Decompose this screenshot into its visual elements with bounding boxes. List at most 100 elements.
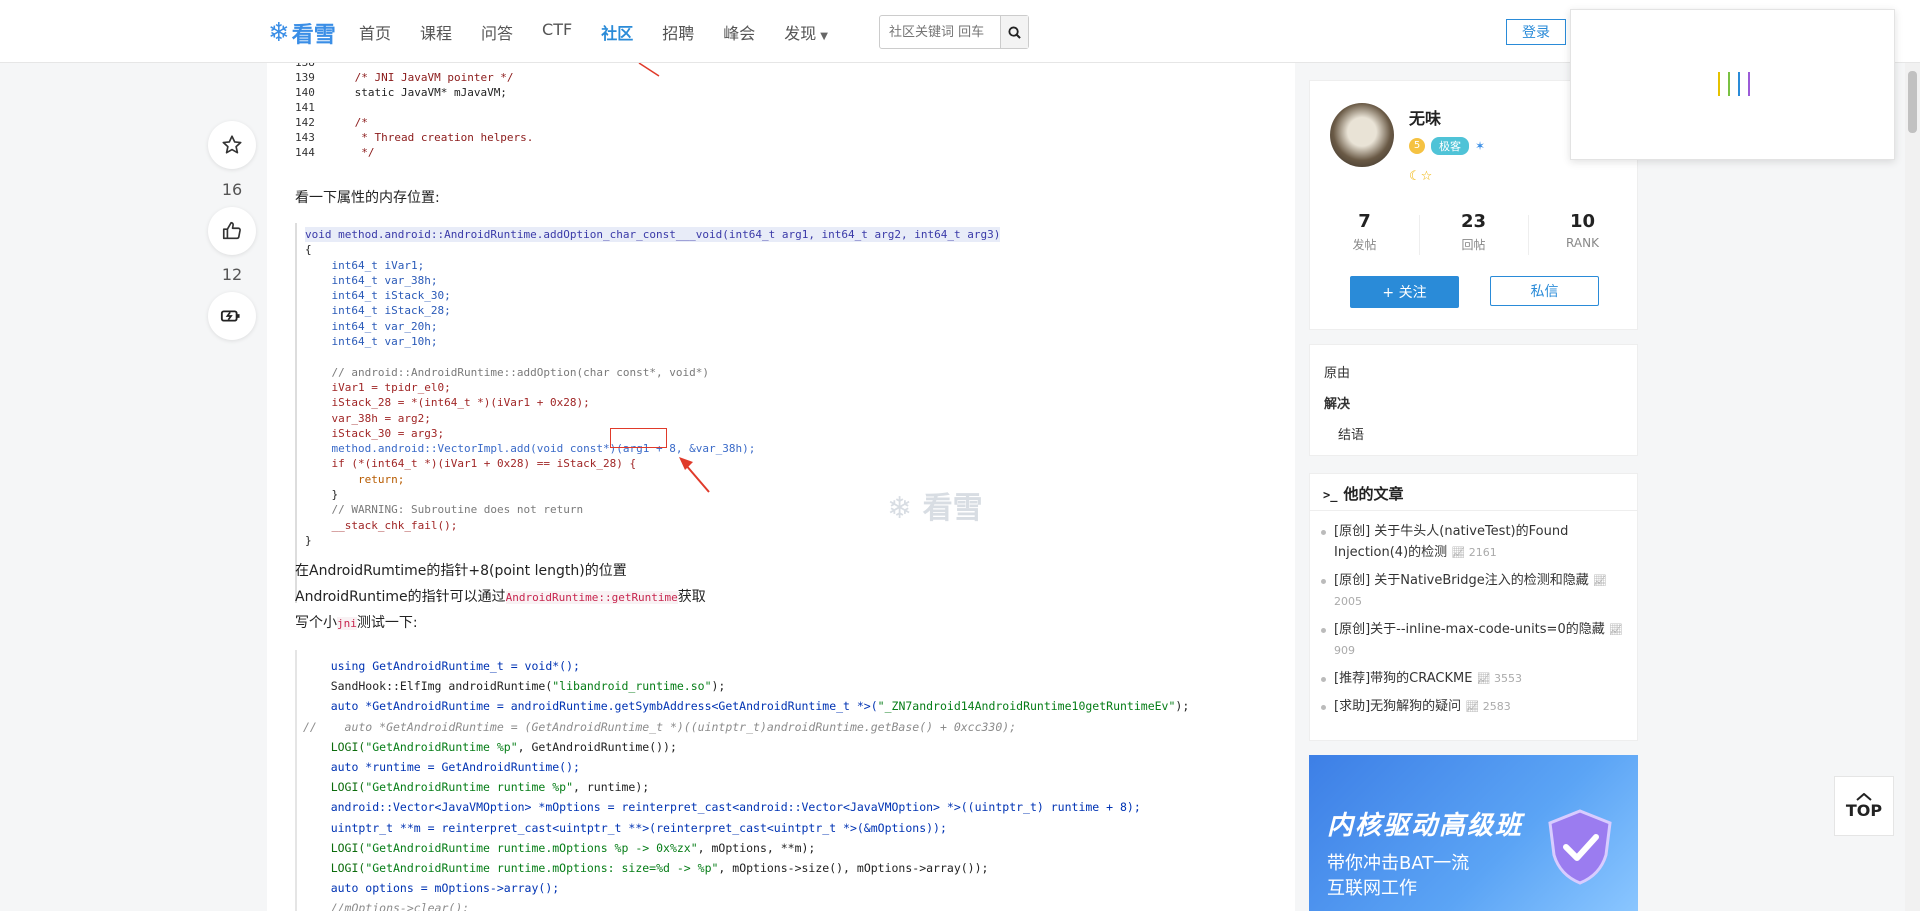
article-content: 138 139 /* JNI JavaVM pointer */140 stat… (267, 63, 1295, 911)
follow-button[interactable]: + 关注 (1350, 276, 1459, 308)
code-line: 138 (295, 63, 775, 70)
stat-replies: 23 回帖 (1419, 211, 1528, 255)
favorite-button[interactable] (208, 121, 256, 169)
course-banner[interactable]: 内核驱动高级班 带你冲击BAT一流 互联网工作 (1309, 755, 1638, 911)
chevron-up-icon (1856, 792, 1872, 801)
avatar[interactable] (1330, 103, 1394, 167)
code-text: static JavaVM* mJavaVM; (328, 86, 507, 99)
decompiled-code-line: int64_t iStack_30; (305, 289, 451, 303)
nav-link-jobs[interactable]: 招聘 (662, 20, 694, 44)
nav-link-community[interactable]: 社区 (601, 20, 633, 44)
toc-item-solution[interactable]: 解决 (1324, 393, 1623, 412)
code-token: LOGI( (303, 840, 366, 855)
list-item[interactable]: [原创] 关于牛头人(nativeTest)的Found Injection(4… (1321, 521, 1623, 563)
code-token: "GetAndroidRuntime runtime.mOptions: siz… (365, 861, 719, 876)
toc-item-conclusion[interactable]: 结语 (1324, 424, 1623, 443)
chart-icon: 📈︎ (1608, 623, 1623, 636)
decompiled-code-line: iStack_30 = arg3; (305, 426, 445, 440)
author-name[interactable]: 无味 (1409, 105, 1441, 129)
code-token: , GetAndroidRuntime()); (517, 739, 677, 754)
chart-icon: 📈︎ (1592, 574, 1607, 587)
list-item[interactable]: [推荐]带狗的CRACKME 📈︎ 3553 (1321, 668, 1623, 689)
nav-link-courses[interactable]: 课程 (420, 20, 452, 44)
code-token: auto options = mOptions->array(); (303, 881, 560, 896)
star-level-icon: ☆ (1420, 169, 1433, 184)
list-item[interactable]: [原创] 关于NativeBridge注入的检测和隐藏 📈︎ 2005 (1321, 570, 1623, 612)
back-to-top-button[interactable]: TOP (1834, 776, 1894, 836)
code-token: SandHook::ElfImg androidRuntime( (303, 679, 553, 694)
line-number: 144 (295, 146, 329, 159)
decompiled-code-line: int64_t var_10h; (305, 335, 438, 349)
banner-line-2: 互联网工作 (1327, 878, 1417, 899)
stat-posts: 7 发帖 (1310, 211, 1419, 253)
private-message-button[interactable]: 私信 (1490, 276, 1599, 306)
article-link[interactable]: [原创]关于--inline-max-code-units=0的隐藏 (1334, 622, 1605, 637)
article-link[interactable]: [求助]无狗解狗的疑问 (1334, 699, 1461, 714)
code-token: "GetAndroidRuntime runtime %p" (365, 780, 574, 795)
nav-link-ctf[interactable]: CTF (542, 20, 572, 44)
stat-label: RANK (1566, 236, 1599, 250)
highlight-box (610, 428, 667, 448)
author-articles: >_ 他的文章 [原创] 关于牛头人(nativeTest)的Found Inje… (1309, 473, 1638, 741)
page-scrollbar[interactable] (1905, 63, 1920, 911)
back-to-top-label: TOP (1845, 800, 1883, 820)
stat-value: 10 (1569, 211, 1596, 232)
loading-popup (1570, 9, 1895, 160)
decompiled-code-line: var_38h = arg2; (305, 411, 431, 425)
toc-item-reason[interactable]: 原由 (1324, 362, 1623, 381)
search-box (879, 15, 1029, 49)
decompiled-code-line (305, 349, 1075, 364)
code-token: , mOptions->size(), mOptions->array()); (718, 861, 989, 876)
star-icon (222, 135, 242, 154)
red-arrow-icon (679, 457, 710, 493)
code-token: , runtime); (573, 780, 650, 795)
code-line: auto *GetAndroidRuntime = androidRuntime… (303, 696, 1295, 716)
site-logo[interactable]: ❄ 看雪 (268, 17, 336, 49)
login-button[interactable]: 登录 (1506, 19, 1566, 45)
code-token: , mOptions, **m); (697, 840, 816, 855)
chart-icon: 📈︎ (1476, 672, 1491, 685)
code-line: 142 /* (295, 115, 775, 130)
like-button[interactable] (208, 207, 256, 255)
nav-link-summit[interactable]: 峰会 (723, 20, 755, 44)
scrollbar-thumb[interactable] (1908, 71, 1917, 133)
code-token: ); (1175, 699, 1190, 714)
floating-actions: 16 12 (208, 121, 258, 340)
search-input[interactable] (880, 16, 1000, 48)
view-count: 2161 (1468, 546, 1497, 559)
views: 📈︎ 2161 (1451, 546, 1496, 559)
code-line: auto *runtime = GetAndroidRuntime(); (303, 757, 1295, 777)
nav-link-qa[interactable]: 问答 (481, 20, 513, 44)
code-line: //mOptions->clear(); (303, 901, 470, 911)
code-line: uintptr_t **m = reinterpret_cast<uintptr… (303, 818, 1295, 838)
loading-bars (1718, 72, 1758, 96)
view-count: 2005 (1334, 595, 1362, 608)
level-icons: ☾☆ (1409, 169, 1432, 184)
stat-label: 发帖 (1352, 238, 1377, 252)
inline-code: AndroidRuntime::getRuntime (505, 591, 678, 604)
decompiled-code-line: iVar1 = tpidr_el0; (305, 380, 451, 394)
decompiled-code-line: iStack_28 = *(int64_t *)(iVar1 + 0x28); (305, 396, 590, 410)
code-text: */ (328, 146, 375, 159)
code-token: auto *runtime = GetAndroidRuntime(); (303, 760, 580, 775)
decompiled-code-line: void method.android::AndroidRuntime.addO… (305, 227, 1001, 243)
banner-title: 内核驱动高级班 (1327, 811, 1524, 841)
views: 📈︎ 2583 (1465, 700, 1510, 713)
line-number: 140 (295, 86, 329, 99)
code-line: LOGI("GetAndroidRuntime runtime %p", run… (303, 777, 1295, 797)
nav-link-discover[interactable]: 发现 ▼ (784, 20, 828, 44)
list-item[interactable]: [求助]无狗解狗的疑问 📈︎ 2583 (1321, 696, 1623, 717)
list-item[interactable]: [原创]关于--inline-max-code-units=0的隐藏 📈︎ 90… (1321, 619, 1623, 661)
share-button[interactable] (208, 292, 256, 340)
article-link[interactable]: [推荐]带狗的CRACKME (1334, 671, 1472, 686)
nav-link-home[interactable]: 首页 (359, 20, 391, 44)
shield-icon (1548, 809, 1612, 885)
table-of-contents: 原由 解决 结语 (1309, 344, 1638, 456)
article-link[interactable]: [原创] 关于NativeBridge注入的检测和隐藏 (1334, 573, 1589, 588)
loading-bar (1718, 72, 1720, 96)
code-line: LOGI("GetAndroidRuntime runtime.mOptions… (303, 838, 1295, 858)
watermark: ❄ 看雪 (887, 491, 983, 526)
code-text: * Thread creation helpers. (328, 131, 534, 144)
search-button[interactable] (1000, 16, 1028, 48)
share-icon (220, 310, 240, 322)
